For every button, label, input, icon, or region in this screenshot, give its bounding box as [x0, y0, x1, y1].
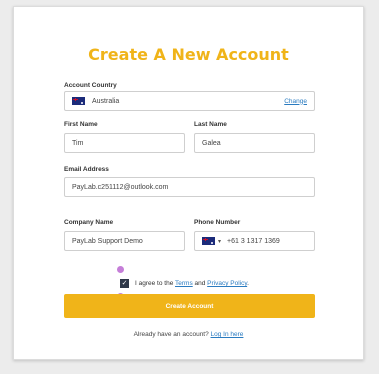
agree-checkbox[interactable]: ✓	[120, 279, 129, 288]
company-input[interactable]: PayLab Support Demo	[64, 231, 185, 251]
first-name-value: Tim	[72, 139, 84, 147]
chevron-down-icon[interactable]: ▾	[218, 238, 221, 245]
terms-link[interactable]: Terms	[175, 280, 193, 287]
agree-and: and	[192, 280, 208, 287]
agree-text: I agree to the Terms and Privacy Policy.	[135, 280, 249, 287]
company-label: Company Name	[64, 219, 114, 226]
company-value: PayLab Support Demo	[72, 237, 143, 245]
last-name-input[interactable]: Galea	[194, 133, 315, 153]
account-country-value: Australia	[92, 97, 120, 105]
phone-label: Phone Number	[194, 219, 241, 226]
agree-suffix: .	[247, 280, 249, 287]
signin-prefix: Already have an account?	[133, 331, 211, 338]
create-account-button[interactable]: Create Account	[64, 294, 315, 318]
first-name-label: First Name	[64, 121, 98, 128]
email-input[interactable]: PayLab.c251112@outlook.com	[64, 177, 315, 197]
phone-value: +61 3 1317 1369	[227, 237, 280, 245]
australia-flag-icon	[72, 97, 85, 105]
first-name-input[interactable]: Tim	[64, 133, 185, 153]
cursor-marker	[117, 266, 124, 273]
privacy-policy-link[interactable]: Privacy Policy	[207, 280, 247, 287]
agree-prefix: I agree to the	[135, 280, 175, 287]
last-name-label: Last Name	[194, 121, 227, 128]
account-country-field[interactable]: Australia Change	[64, 91, 315, 111]
signup-card: Create A New Account Account Country Aus…	[13, 6, 364, 360]
change-country-link[interactable]: Change	[284, 98, 307, 105]
login-link[interactable]: Log In here	[211, 331, 244, 338]
australia-flag-icon[interactable]	[202, 237, 215, 245]
account-country-label: Account Country	[64, 82, 117, 89]
signin-prompt: Already have an account? Log In here	[14, 331, 363, 338]
last-name-value: Galea	[202, 139, 221, 147]
email-value: PayLab.c251112@outlook.com	[72, 183, 169, 191]
page-title: Create A New Account	[88, 45, 289, 64]
phone-input[interactable]: ▾ +61 3 1317 1369	[194, 231, 315, 251]
email-label: Email Address	[64, 166, 109, 173]
